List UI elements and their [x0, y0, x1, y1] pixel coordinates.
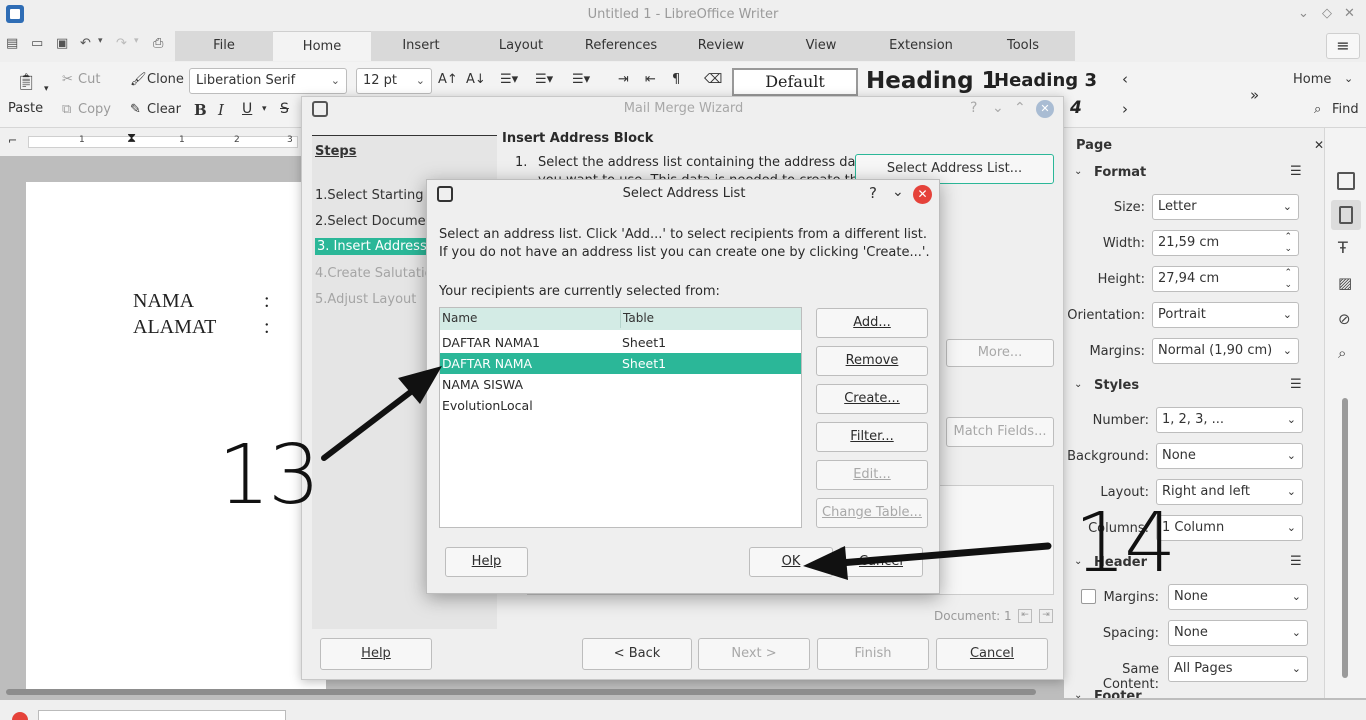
arrow-13	[321, 366, 442, 461]
annotation-14: 14	[1074, 496, 1176, 591]
arrow-14	[803, 542, 1052, 580]
annotation-arrows	[321, 366, 1052, 580]
annotation-13: 13	[218, 428, 320, 523]
